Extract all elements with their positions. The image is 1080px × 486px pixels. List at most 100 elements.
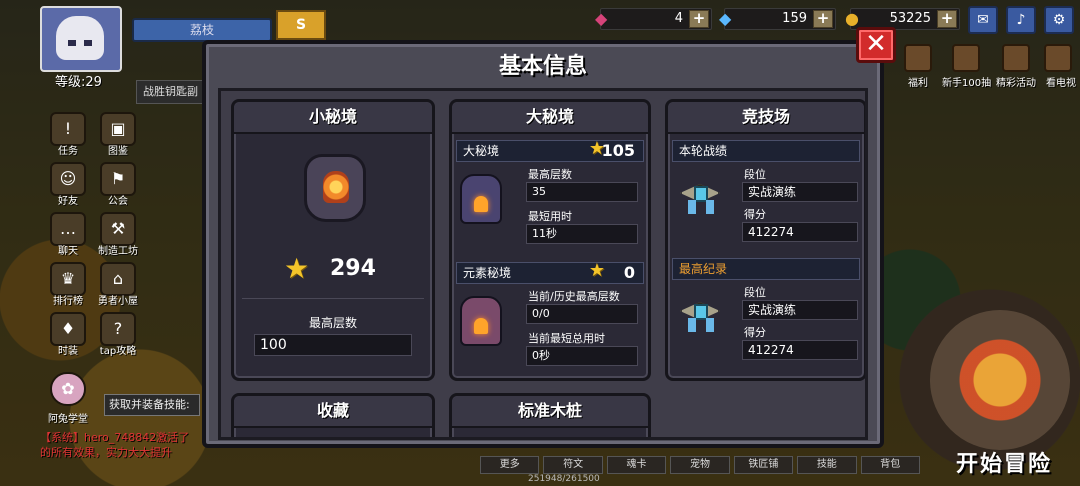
tab-backpack[interactable]: 背包 [860, 456, 920, 474]
modal-title: 基本信息 [498, 54, 587, 79]
close-button[interactable]: ✕ [856, 27, 896, 63]
small-realm-max-floor-label: 最高层数 [308, 316, 357, 330]
event-icon[interactable] [1002, 44, 1030, 72]
currency-pink-gem: ◆ 4 + [595, 8, 712, 30]
player-level: 等级:29 [55, 75, 102, 90]
guild-icon[interactable]: ⚑ [100, 162, 136, 196]
portal-art [930, 310, 1070, 450]
basic-info-modal: 基本信息 小秘境 ★ 294 最高层数 100 大秘境 大秘境 ★ 105 最高… [202, 40, 884, 448]
battle-key-text[interactable]: 战胜钥匙副 [136, 80, 206, 104]
tab-pets[interactable]: 宠物 [670, 456, 730, 474]
small-realm-card: 小秘境 ★ 294 最高层数 100 [231, 99, 435, 381]
element-realm-field2-value: 0秒 [526, 346, 638, 366]
chat-icon[interactable]: … [50, 212, 86, 246]
wooden-dummy-title: 标准木桩 [452, 396, 648, 428]
tab-soul-cards[interactable]: 魂卡 [606, 456, 667, 474]
arena-title: 竞技场 [668, 102, 864, 134]
blue-diamond-icon: ◆ [719, 9, 732, 28]
avatar-eye [68, 40, 76, 46]
tab-skills[interactable]: 技能 [797, 456, 857, 474]
big-realm-section: 大秘境 ★ 105 最高层数 35 最短用时 11秒 [456, 139, 644, 244]
start-adventure-button[interactable]: 开始冒险 [956, 446, 1052, 478]
element-realm-section-name: 元素秘境 [463, 266, 512, 280]
tab-more[interactable]: 更多 [480, 456, 540, 474]
big-realm-field1-value: 35 [526, 182, 638, 202]
arena-current-score-label: 得分 [744, 208, 766, 221]
left-menu-guild[interactable]: 公会 [88, 192, 148, 207]
player-name[interactable]: 荔枝 [132, 18, 272, 42]
right-menu-newbie-draw[interactable]: 新手100抽 [942, 74, 991, 89]
arena-best-score-value: 412274 [742, 340, 858, 360]
arena-current-section: 本轮战绩 段位 实战演练 得分 412274 [672, 140, 860, 242]
avatar-eye [84, 40, 92, 46]
workshop-icon[interactable]: ⚒ [100, 212, 136, 246]
element-realm-section: 元素秘境 ★ 0 当前/历史最高层数 0/0 当前最短总用时 0秒 [456, 261, 644, 366]
big-realm-section-name: 大秘境 [463, 144, 500, 158]
arena-best-rank-label: 段位 [744, 286, 766, 299]
small-realm-title: 小秘境 [234, 102, 432, 134]
collection-card: 收藏 [231, 393, 435, 437]
player-avatar[interactable] [40, 6, 122, 72]
element-realm-stars: 0 [623, 263, 635, 282]
arena-current-header: 本轮战绩 [672, 140, 860, 162]
add-gold-button[interactable]: + [937, 10, 957, 28]
arena-best-rank-icon [680, 294, 724, 334]
settings-gear-icon[interactable]: ⚙ [1044, 6, 1074, 34]
skill-tip[interactable]: 获取并装备技能: [104, 394, 200, 416]
add-pink-gem-button[interactable]: + [689, 10, 709, 28]
chat-line: 【系统】hero_748842激活了 [40, 431, 190, 444]
big-realm-field2-value: 11秒 [526, 224, 638, 244]
rabbit-school-icon[interactable]: ✿ [50, 372, 86, 406]
small-realm-stars: ★ 294 [284, 252, 388, 285]
arena-current-rank-label: 段位 [744, 168, 766, 181]
chat-box[interactable]: 【系统】hero_748842激活了 的所有效果，实力大大提升 [40, 430, 200, 470]
vip-badge[interactable]: S [276, 10, 326, 40]
codex-icon[interactable]: ▣ [100, 112, 136, 146]
hero-house-icon[interactable]: ⌂ [100, 262, 136, 296]
tap-guide-icon[interactable]: ? [100, 312, 136, 346]
divider [242, 298, 424, 299]
left-menu-hero-house[interactable]: 勇者小屋 [88, 292, 148, 307]
right-menu-welfare[interactable]: 福利 [908, 74, 928, 89]
big-realm-field2-label: 最短用时 [528, 210, 572, 223]
element-realm-field2-label: 当前最短总用时 [528, 332, 605, 345]
wooden-dummy-card: 标准木桩 [449, 393, 651, 437]
big-realm-card: 大秘境 大秘境 ★ 105 最高层数 35 最短用时 11秒 元素秘境 ★ 0 [449, 99, 651, 381]
left-menu-rabbit-school[interactable]: 阿兔学堂 [38, 410, 98, 425]
welfare-icon[interactable] [904, 44, 932, 72]
right-menu-tv[interactable]: 看电视 [1046, 74, 1076, 89]
speaker-icon[interactable]: ♪ [1006, 6, 1036, 34]
friends-icon[interactable]: ☺ [50, 162, 86, 196]
pink-gem-icon: ◆ [595, 9, 608, 28]
ranking-icon[interactable]: ♛ [50, 262, 86, 296]
arena-current-rank-value: 实战演练 [742, 182, 858, 202]
tv-icon[interactable] [1044, 44, 1072, 72]
left-menu-codex[interactable]: 图鉴 [88, 142, 148, 157]
star-icon: ★ [284, 252, 310, 285]
currency-value: 53225 [889, 11, 931, 26]
big-realm-field1-label: 最高层数 [528, 168, 572, 181]
element-realm-header: 元素秘境 ★ 0 [456, 261, 644, 284]
tab-runes[interactable]: 符文 [543, 456, 603, 474]
left-menu-workshop[interactable]: 制造工坊 [88, 242, 148, 257]
left-menu-tap-guide[interactable]: tap攻略 [88, 342, 148, 357]
mail-icon[interactable]: ✉ [968, 6, 998, 34]
small-realm-portal-icon [304, 154, 366, 222]
avatar-face [56, 16, 104, 60]
gold-coin-icon: ● [845, 9, 859, 28]
arena-best-section: 最高纪录 段位 实战演练 得分 412274 [672, 258, 860, 360]
element-realm-tower-icon [460, 296, 502, 346]
right-menu-event[interactable]: 精彩活动 [996, 74, 1036, 89]
fashion-icon[interactable]: ♦ [50, 312, 86, 346]
big-realm-title: 大秘境 [452, 102, 648, 134]
tab-blacksmith[interactable]: 铁匠铺 [733, 456, 794, 474]
quest-icon[interactable]: ! [50, 112, 86, 146]
add-blue-diamond-button[interactable]: + [813, 10, 833, 28]
currency-value: 159 [782, 11, 807, 26]
small-realm-max-floor-value: 100 [254, 334, 412, 356]
newbie-draw-icon[interactable] [952, 44, 980, 72]
bottom-tab-bar: 更多 符文 魂卡 宠物 铁匠铺 技能 背包 [480, 456, 920, 474]
element-realm-field1-value: 0/0 [526, 304, 638, 324]
modal-content: 小秘境 ★ 294 最高层数 100 大秘境 大秘境 ★ 105 最高层数 35… [218, 88, 868, 440]
small-realm-star-count: 294 [330, 256, 376, 281]
